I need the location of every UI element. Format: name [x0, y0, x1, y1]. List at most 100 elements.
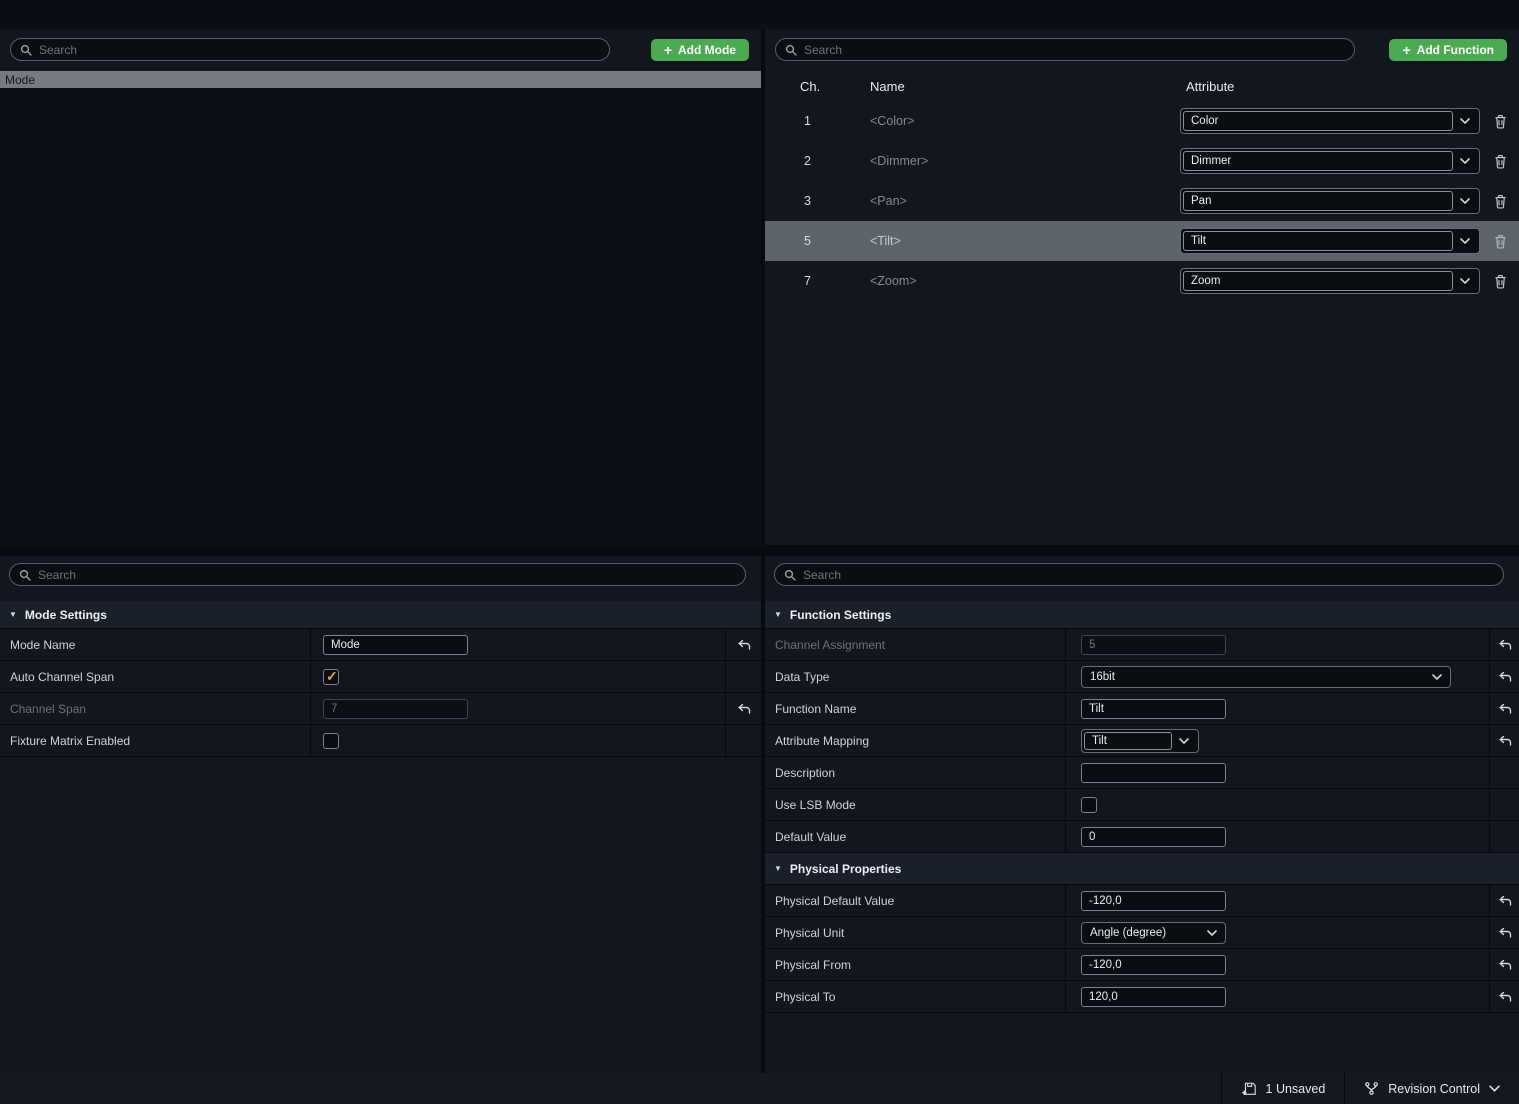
- channel-number: 2: [800, 154, 870, 168]
- prop-label: Function Name: [765, 693, 1065, 724]
- save-icon: [1241, 1081, 1257, 1097]
- undo-icon: [1498, 991, 1512, 1003]
- mode-settings-search-box[interactable]: [9, 563, 746, 586]
- physical-to-input[interactable]: [1081, 987, 1226, 1007]
- function-settings-section-header[interactable]: ▼ Function Settings: [765, 601, 1519, 629]
- physical-from-row: Physical From: [765, 949, 1519, 981]
- function-name-input[interactable]: [1081, 699, 1226, 719]
- expander-triangle-icon: ▼: [774, 610, 782, 619]
- physical-from-input[interactable]: [1081, 955, 1226, 975]
- attribute-dropdown[interactable]: Color: [1180, 108, 1480, 134]
- attribute-dropdown[interactable]: Zoom: [1180, 268, 1480, 294]
- functions-toolbar: + Add Function: [775, 38, 1507, 61]
- prop-label: Description: [765, 757, 1065, 788]
- functions-table-header: Ch. Name Attribute: [765, 71, 1519, 101]
- prop-label: Physical From: [765, 949, 1065, 980]
- add-function-label: Add Function: [1417, 43, 1494, 57]
- modes-toolbar: + Add Mode: [10, 38, 749, 61]
- data-type-dropdown[interactable]: 16bit: [1081, 666, 1451, 688]
- modes-search-box[interactable]: [10, 38, 610, 61]
- expander-triangle-icon: ▼: [774, 864, 782, 873]
- physical-default-value-input[interactable]: [1081, 891, 1226, 911]
- chevron-down-icon: [1453, 198, 1477, 204]
- reset-to-default-button[interactable]: [725, 693, 761, 724]
- prop-label: Physical Unit: [765, 917, 1065, 948]
- delete-function-button[interactable]: [1482, 194, 1519, 209]
- functions-search-input[interactable]: [804, 43, 1345, 57]
- search-icon: [785, 44, 797, 56]
- prop-label: Data Type: [765, 661, 1065, 692]
- mode-settings-search: [9, 563, 746, 586]
- description-row: Description: [765, 757, 1519, 789]
- attribute-value: Pan: [1183, 191, 1453, 211]
- mode-list: Mode: [0, 71, 761, 545]
- unsaved-button[interactable]: 1 Unsaved: [1221, 1073, 1345, 1104]
- data-type-value: 16bit: [1090, 671, 1115, 683]
- auto-channel-span-checkbox[interactable]: [323, 669, 339, 685]
- functions-search-box[interactable]: [775, 38, 1355, 61]
- status-bar: 1 Unsaved Revision Control: [0, 1073, 1519, 1104]
- function-row[interactable]: 7 <Zoom> Zoom: [765, 261, 1519, 301]
- attribute-dropdown[interactable]: Dimmer: [1180, 148, 1480, 174]
- mode-settings-section-header[interactable]: ▼ Mode Settings: [0, 601, 761, 629]
- function-row[interactable]: 1 <Color> Color: [765, 101, 1519, 141]
- trash-icon: [1494, 274, 1507, 289]
- function-row[interactable]: 5 <Tilt> Tilt: [765, 221, 1519, 261]
- prop-label: Mode Name: [0, 629, 310, 660]
- mode-list-item[interactable]: Mode: [0, 71, 761, 88]
- branch-icon: [1364, 1081, 1379, 1096]
- chevron-down-icon: [1453, 278, 1477, 284]
- mode-name-input[interactable]: [323, 635, 468, 655]
- physical-properties-section-header[interactable]: ▼ Physical Properties: [765, 853, 1519, 885]
- function-name: <Zoom>: [870, 274, 1180, 288]
- channel-assignment-input: [1081, 635, 1226, 655]
- search-icon: [20, 44, 32, 56]
- attribute-dropdown[interactable]: Pan: [1180, 188, 1480, 214]
- function-name: <Pan>: [870, 194, 1180, 208]
- trash-icon: [1494, 114, 1507, 129]
- prop-label: Attribute Mapping: [765, 725, 1065, 756]
- window-top-strip: [0, 0, 1519, 30]
- add-function-button[interactable]: + Add Function: [1389, 39, 1507, 61]
- reset-to-default-button[interactable]: [725, 629, 761, 660]
- revision-control-button[interactable]: Revision Control: [1344, 1073, 1519, 1104]
- attribute-mapping-dropdown[interactable]: Tilt: [1081, 729, 1199, 753]
- use-lsb-mode-row: Use LSB Mode: [765, 789, 1519, 821]
- reset-to-default-button[interactable]: [1489, 629, 1519, 660]
- description-input[interactable]: [1081, 763, 1226, 783]
- delete-function-button[interactable]: [1482, 274, 1519, 289]
- expander-triangle-icon: ▼: [9, 610, 17, 619]
- trash-icon: [1494, 234, 1507, 249]
- use-lsb-mode-checkbox[interactable]: [1081, 797, 1097, 813]
- delete-function-button[interactable]: [1482, 114, 1519, 129]
- prop-label: Physical Default Value: [765, 885, 1065, 916]
- fixture-matrix-checkbox[interactable]: [323, 733, 339, 749]
- physical-unit-row: Physical Unit Angle (degree): [765, 917, 1519, 949]
- function-row[interactable]: 2 <Dimmer> Dimmer: [765, 141, 1519, 181]
- attribute-dropdown[interactable]: Tilt: [1180, 228, 1480, 254]
- add-mode-button[interactable]: + Add Mode: [651, 39, 749, 61]
- physical-default-value-row: Physical Default Value: [765, 885, 1519, 917]
- reset-to-default-button[interactable]: [1489, 885, 1519, 916]
- function-row[interactable]: 3 <Pan> Pan: [765, 181, 1519, 221]
- trash-icon: [1494, 154, 1507, 169]
- mode-settings-search-input[interactable]: [38, 568, 736, 582]
- reset-to-default-button[interactable]: [1489, 981, 1519, 1012]
- delete-function-button[interactable]: [1482, 154, 1519, 169]
- chevron-down-icon: [1207, 927, 1217, 939]
- reset-to-default-button[interactable]: [1489, 693, 1519, 724]
- delete-function-button[interactable]: [1482, 234, 1519, 249]
- reset-to-default-button[interactable]: [1489, 917, 1519, 948]
- prop-label: Default Value: [765, 821, 1065, 852]
- column-header-name: Name: [870, 79, 1180, 94]
- default-value-input[interactable]: [1081, 827, 1226, 847]
- modes-search-input[interactable]: [39, 43, 600, 57]
- physical-unit-dropdown[interactable]: Angle (degree): [1081, 922, 1226, 944]
- function-settings-search-input[interactable]: [803, 568, 1494, 582]
- reset-to-default-button[interactable]: [1489, 949, 1519, 980]
- reset-to-default-button[interactable]: [1489, 725, 1519, 756]
- function-settings-search-box[interactable]: [774, 563, 1504, 586]
- reset-to-default-button[interactable]: [1489, 661, 1519, 692]
- undo-icon: [737, 703, 751, 715]
- search-icon: [19, 569, 31, 581]
